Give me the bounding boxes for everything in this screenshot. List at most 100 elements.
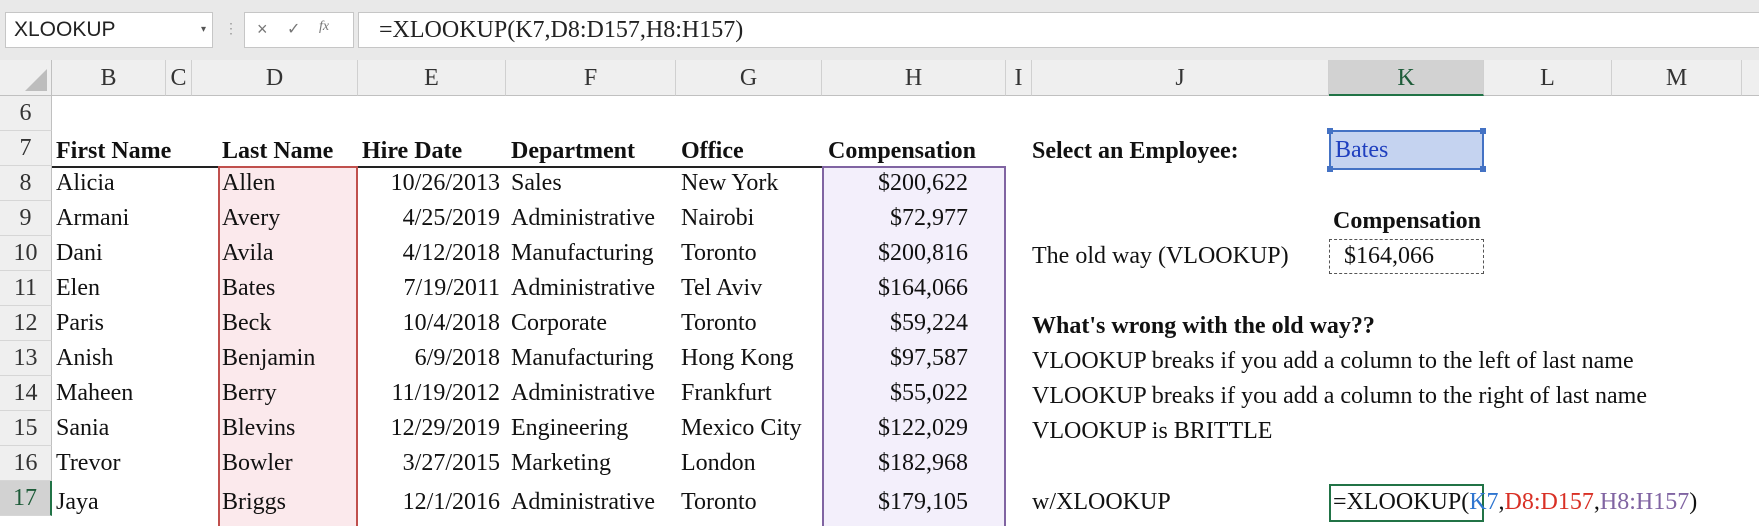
row-header-16[interactable]: 16 [0,446,52,481]
vlookup-result-cell[interactable]: $164,066 [1329,239,1484,274]
cell-compensation[interactable]: $182,968 [822,446,968,481]
cell-first-name[interactable]: Anish [56,341,113,376]
fx-icon[interactable]: fx [319,19,329,35]
chevron-down-icon[interactable]: ▾ [201,13,206,47]
drag-handle-icon[interactable]: ⋮ [224,20,238,37]
cell-first-name[interactable]: Jaya [56,485,99,520]
cell-compensation[interactable]: $59,224 [822,306,968,341]
xlookup-label[interactable]: w/XLOOKUP [1032,485,1171,520]
selection-handle[interactable] [1480,128,1486,134]
cell-department[interactable]: Engineering [511,411,628,446]
cell-last-name[interactable]: Blevins [222,411,295,446]
cell-compensation[interactable]: $55,022 [822,376,968,411]
check-icon[interactable]: ✓ [287,19,300,39]
cell-last-name[interactable]: Bowler [222,446,293,481]
cell-first-name[interactable]: Sania [56,411,109,446]
note-right-column[interactable]: VLOOKUP breaks if you add a column to th… [1032,379,1647,414]
header-department[interactable]: Department [511,134,635,169]
cell-office[interactable]: Frankfurt [681,376,772,411]
header-hire-date[interactable]: Hire Date [362,134,462,169]
cell-last-name[interactable]: Allen [222,166,275,201]
row-header-6[interactable]: 6 [0,96,52,131]
cell-department[interactable]: Administrative [511,201,655,236]
header-last-name[interactable]: Last Name [222,134,333,169]
cell-department[interactable]: Administrative [511,271,655,306]
cell-office[interactable]: Toronto [681,236,757,271]
row-header-11[interactable]: 11 [0,271,52,306]
column-header-c[interactable]: C [166,60,192,96]
column-header-l[interactable]: L [1484,60,1612,96]
cell-department[interactable]: Administrative [511,485,655,520]
column-header-b[interactable]: B [52,60,166,96]
cell-department[interactable]: Manufacturing [511,341,654,376]
selection-handle[interactable] [1327,128,1333,134]
cell-department[interactable]: Corporate [511,306,607,341]
selection-handle[interactable] [1327,166,1333,172]
cell-hire-date[interactable]: 11/19/2012 [358,376,500,411]
compensation-result-header[interactable]: Compensation [1333,204,1481,239]
cell-hire-date[interactable]: 7/19/2011 [358,271,500,306]
cell-first-name[interactable]: Paris [56,306,104,341]
cell-compensation[interactable]: $179,105 [822,485,968,520]
old-way-label[interactable]: The old way (VLOOKUP) [1032,239,1289,274]
cell-hire-date[interactable]: 10/26/2013 [358,166,500,201]
cell-compensation[interactable]: $200,816 [822,236,968,271]
cell-office[interactable]: London [681,446,756,481]
cell-compensation[interactable]: $200,622 [822,166,968,201]
row-header-12[interactable]: 12 [0,306,52,341]
row-header-7[interactable]: 7 [0,131,52,166]
note-left-column[interactable]: VLOOKUP breaks if you add a column to th… [1032,344,1634,379]
cell-office[interactable]: Hong Kong [681,341,794,376]
column-header-m[interactable]: M [1612,60,1742,96]
column-header-e[interactable]: E [358,60,506,96]
cell-hire-date[interactable]: 4/12/2018 [358,236,500,271]
column-header-d[interactable]: D [192,60,358,96]
cell-last-name[interactable]: Briggs [222,485,286,520]
cell-last-name[interactable]: Benjamin [222,341,315,376]
cell-department[interactable]: Manufacturing [511,236,654,271]
cell-department[interactable]: Administrative [511,376,655,411]
header-office[interactable]: Office [681,134,744,169]
selected-employee-cell[interactable]: Bates [1327,128,1486,172]
cell-last-name[interactable]: Bates [222,271,275,306]
cell-compensation[interactable]: $164,066 [822,271,968,306]
cell-office[interactable]: Toronto [681,485,757,520]
cell-compensation[interactable]: $122,029 [822,411,968,446]
whats-wrong-title[interactable]: What's wrong with the old way?? [1032,309,1375,344]
cell-first-name[interactable]: Maheen [56,376,133,411]
cell-hire-date[interactable]: 6/9/2018 [358,341,500,376]
row-header-15[interactable]: 15 [0,411,52,446]
formula-input[interactable]: =XLOOKUP(K7,D8:D157,H8:H157) [358,12,1759,48]
cell-hire-date[interactable]: 10/4/2018 [358,306,500,341]
row-header-13[interactable]: 13 [0,341,52,376]
select-employee-label[interactable]: Select an Employee: [1032,134,1239,169]
cell-hire-date[interactable]: 4/25/2019 [358,201,500,236]
cell-office[interactable]: Mexico City [681,411,802,446]
cell-hire-date[interactable]: 3/27/2015 [358,446,500,481]
cell-office[interactable]: Tel Aviv [681,271,762,306]
xlookup-formula-cell[interactable]: =XLOOKUP(K7,D8:D157,H8:H157) [1333,485,1697,520]
cancel-icon[interactable]: × [257,19,268,40]
cell-last-name[interactable]: Beck [222,306,271,341]
header-compensation[interactable]: Compensation [828,134,976,169]
cell-first-name[interactable]: Armani [56,201,129,236]
cell-first-name[interactable]: Trevor [56,446,120,481]
select-all-corner[interactable] [0,60,52,96]
cell-department[interactable]: Sales [511,166,562,201]
row-header-17[interactable]: 17 [0,481,52,516]
row-header-10[interactable]: 10 [0,236,52,271]
cell-office[interactable]: Toronto [681,306,757,341]
column-header-k[interactable]: K [1329,60,1484,96]
cell-hire-date[interactable]: 12/1/2016 [358,485,500,520]
cell-office[interactable]: New York [681,166,778,201]
column-header-i[interactable]: I [1006,60,1032,96]
cell-first-name[interactable]: Alicia [56,166,115,201]
cell-department[interactable]: Marketing [511,446,611,481]
cell-first-name[interactable]: Elen [56,271,100,306]
column-header-h[interactable]: H [822,60,1006,96]
cell-last-name[interactable]: Berry [222,376,277,411]
note-brittle[interactable]: VLOOKUP is BRITTLE [1032,414,1272,449]
cell-compensation[interactable]: $72,977 [822,201,968,236]
name-box[interactable]: XLOOKUP ▾ [5,12,213,48]
row-header-9[interactable]: 9 [0,201,52,236]
